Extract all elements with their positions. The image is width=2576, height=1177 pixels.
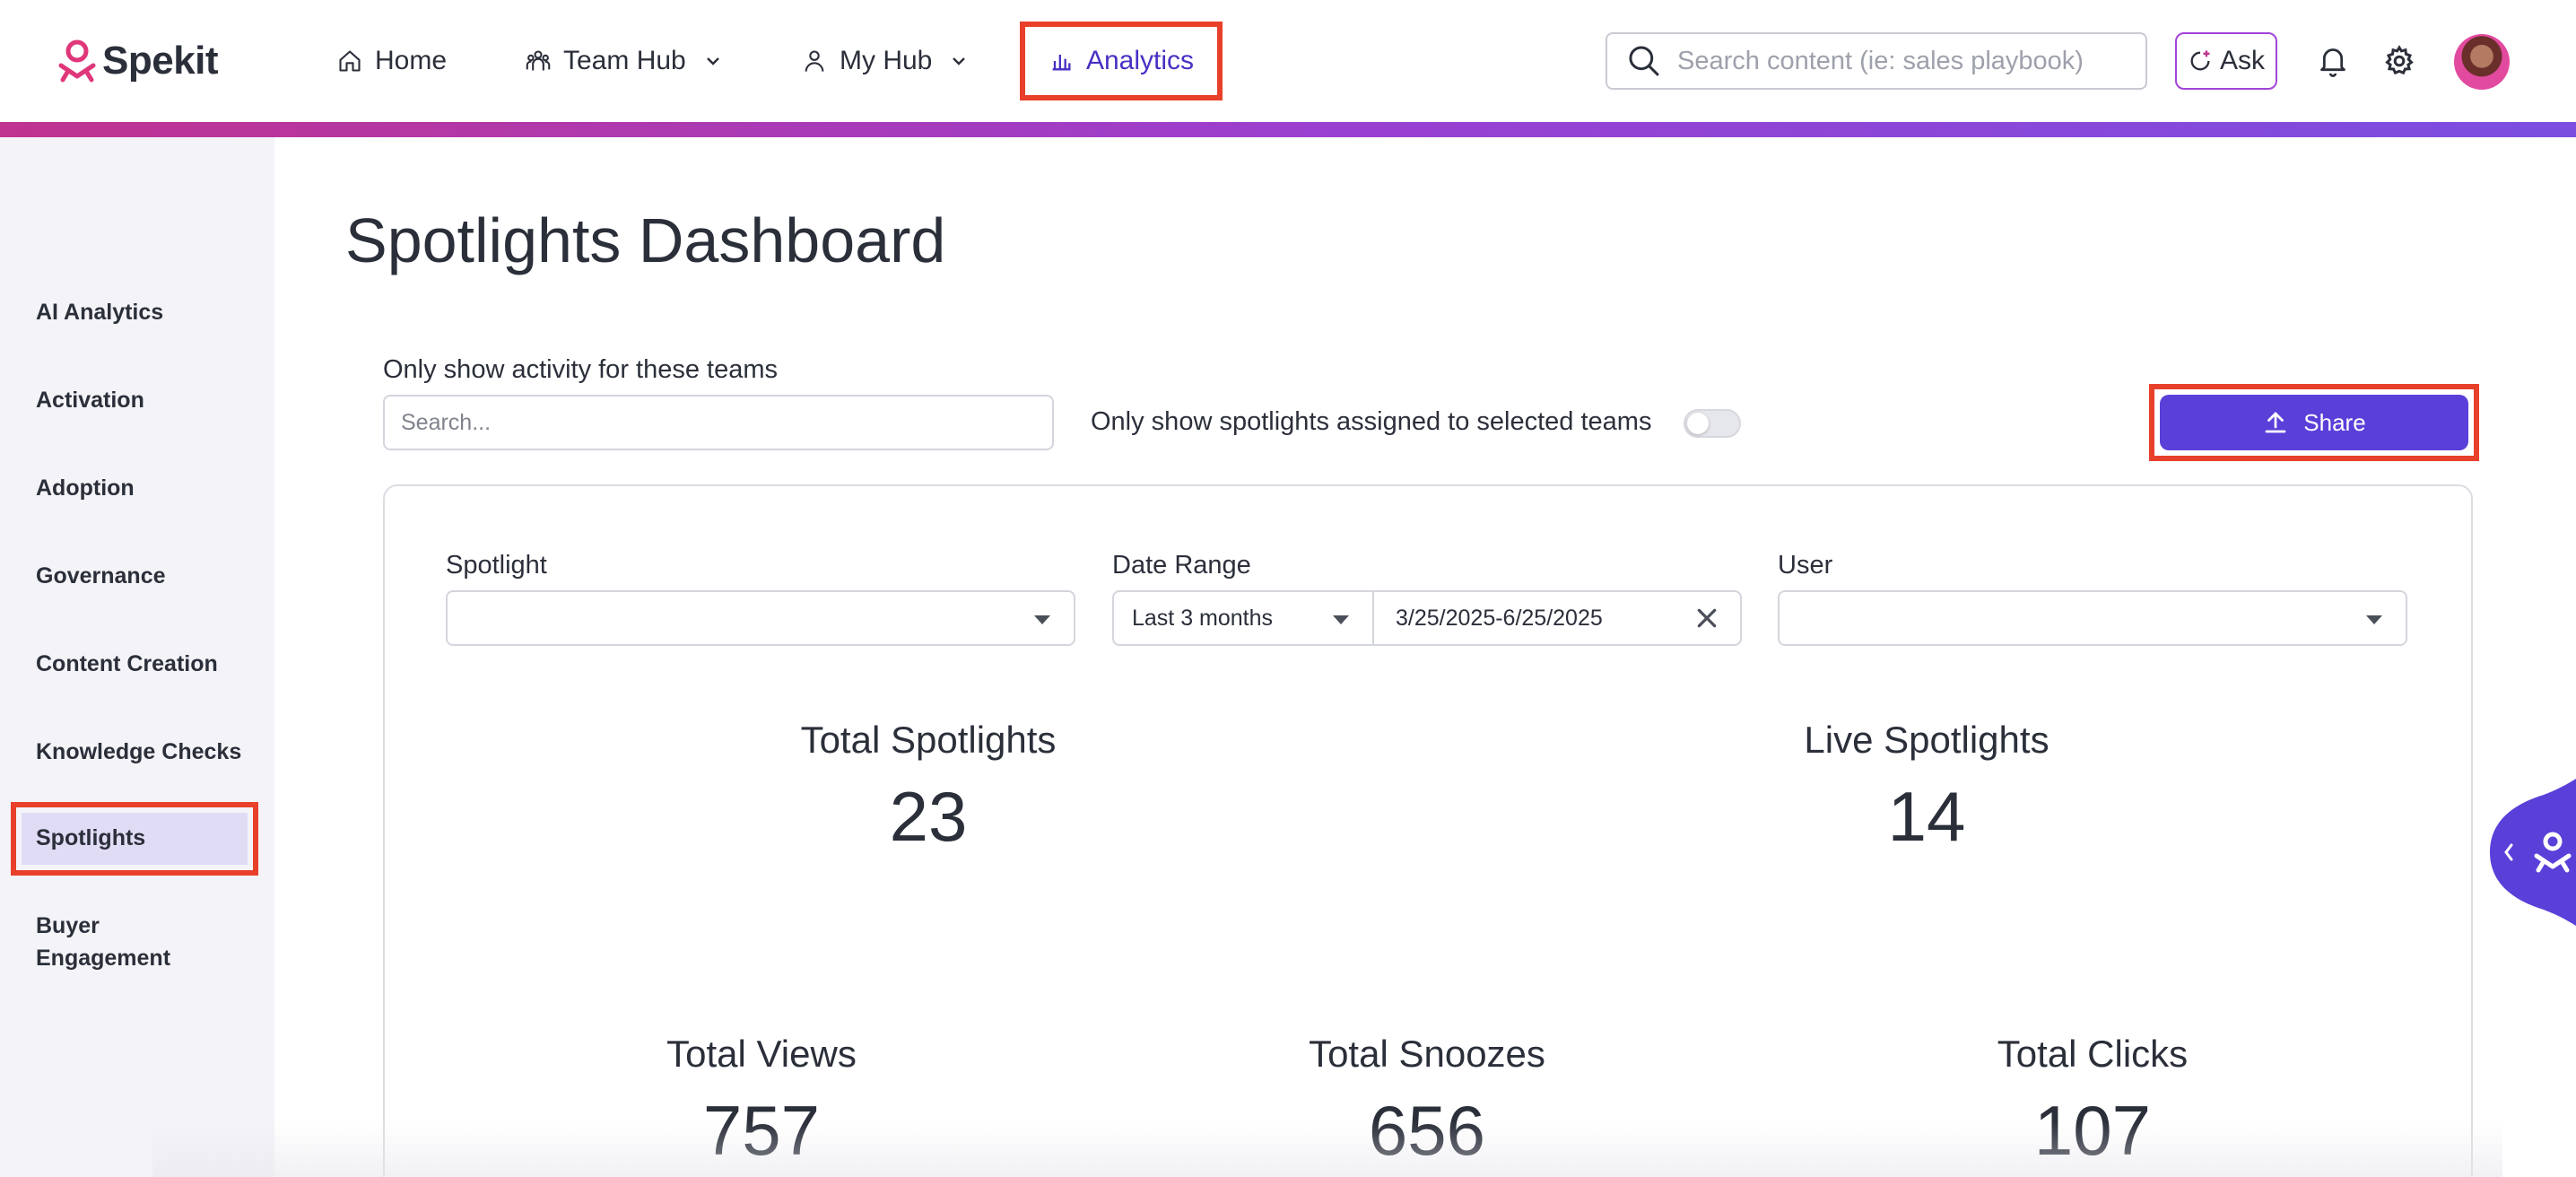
date-range-label: Date Range — [1112, 551, 1251, 580]
nav-team-hub[interactable]: Team Hub — [526, 22, 722, 100]
chevron-down-icon — [953, 57, 966, 65]
user-icon — [805, 50, 824, 72]
spotlight-select[interactable] — [446, 590, 1075, 646]
spekit-logo-icon — [58, 39, 96, 83]
metric-value: 23 — [889, 777, 968, 856]
team-search-input[interactable] — [383, 395, 1054, 450]
sidebar-item-governance[interactable]: Governance — [36, 560, 166, 592]
caret-down-icon — [1034, 615, 1050, 624]
upload-icon — [2265, 412, 2286, 433]
search-input[interactable] — [1677, 46, 2126, 76]
metric-value: 656 — [1368, 1091, 1486, 1170]
share-button[interactable]: Share — [2160, 395, 2468, 450]
sidebar-item-spotlights[interactable]: Spotlights — [11, 802, 258, 876]
metric-label: Total Snoozes — [1309, 1033, 1545, 1075]
chevron-down-icon — [706, 57, 719, 65]
brand-gradient-divider — [0, 122, 2576, 137]
home-icon — [339, 50, 361, 72]
team-filter-label: Only show activity for these teams — [383, 355, 778, 384]
share-label: Share — [2303, 408, 2366, 436]
top-navigation-bar: Spekit Home Team Hub My Hub Analytics Se… — [0, 0, 2576, 122]
nav-my-hub[interactable]: My Hub — [802, 22, 968, 100]
assigned-teams-toggle[interactable] — [1684, 409, 1741, 438]
user-filter-label: User — [1778, 551, 1833, 580]
sidebar-item-adoption[interactable]: Adoption — [36, 472, 135, 504]
spekit-logo[interactable]: Spekit — [57, 36, 219, 86]
nav-home[interactable]: Home — [337, 22, 447, 100]
bar-chart-icon — [1052, 55, 1071, 71]
toggle-knob — [1687, 413, 1709, 434]
nav-analytics-label: Analytics — [1085, 46, 1195, 75]
sidebar-item-label: Buyer — [36, 913, 100, 938]
metric-value: 757 — [702, 1091, 821, 1170]
gear-icon[interactable] — [2383, 45, 2415, 77]
spark-icon — [2190, 50, 2210, 71]
caret-down-icon — [1333, 615, 1349, 624]
ask-label: Ask — [2219, 46, 2265, 75]
metric-label: Total Spotlights — [800, 719, 1057, 761]
date-range-input[interactable]: 3/25/2025-6/25/2025 — [1376, 592, 1603, 644]
date-range-preset-select[interactable]: Last 3 months — [1114, 592, 1374, 644]
date-range-preset-value: Last 3 months — [1132, 606, 1274, 631]
sidebar-item-knowledge-checks[interactable]: Knowledge Checks — [36, 736, 241, 768]
bell-icon[interactable] — [2318, 45, 2348, 77]
metric-total-snoozes: Total Snoozes 656 — [1158, 1032, 1696, 1173]
metric-total-clicks: Total Clicks 107 — [1823, 1032, 2362, 1173]
metric-total-views: Total Views 757 — [492, 1032, 1031, 1173]
metric-total-spotlights: Total Spotlights 23 — [659, 718, 1197, 859]
nav-team-hub-label: Team Hub — [563, 46, 686, 75]
metric-value: 107 — [2033, 1091, 2152, 1170]
metric-label: Total Clicks — [1997, 1033, 2189, 1075]
date-range-value: 3/25/2025-6/25/2025 — [1396, 606, 1603, 631]
sidebar-item-activation[interactable]: Activation — [36, 384, 144, 416]
assigned-teams-toggle-label: Only show spotlights assigned to selecte… — [1091, 407, 1652, 436]
avatar[interactable] — [2454, 34, 2510, 90]
content-search[interactable] — [1606, 32, 2147, 90]
nav-my-hub-label: My Hub — [840, 46, 933, 75]
team-icon — [526, 50, 551, 71]
close-icon[interactable] — [1695, 606, 1719, 630]
ask-button[interactable]: Ask — [2175, 32, 2277, 90]
caret-down-icon — [2366, 615, 2382, 624]
sidebar-item-label: Spotlights — [36, 825, 146, 850]
sidebar-item-content-creation[interactable]: Content Creation — [36, 648, 218, 680]
metric-value: 14 — [1887, 777, 1966, 856]
spekit-widget-tab[interactable] — [2490, 779, 2576, 926]
search-icon — [1629, 46, 1659, 76]
date-range-picker: Last 3 months 3/25/2025-6/25/2025 — [1112, 590, 1742, 646]
user-select[interactable] — [1778, 590, 2407, 646]
sidebar-item-buyer-engagement[interactable]: Buyer Engagement — [36, 910, 170, 974]
page-title: Spotlights Dashboard — [345, 205, 946, 275]
sidebar-item-ai-analytics[interactable]: AI Analytics — [36, 296, 163, 328]
spotlight-filter-label: Spotlight — [446, 551, 547, 580]
nav-analytics[interactable]: Analytics — [1020, 22, 1223, 100]
metric-label: Total Views — [666, 1033, 857, 1075]
nav-home-label: Home — [375, 46, 448, 75]
brand-name: Spekit — [102, 39, 219, 83]
metric-label: Live Spotlights — [1804, 719, 2049, 761]
sidebar-item-label-line2: Engagement — [36, 946, 171, 971]
share-highlight: Share — [2149, 384, 2479, 461]
metric-live-spotlights: Live Spotlights 14 — [1658, 718, 2196, 859]
